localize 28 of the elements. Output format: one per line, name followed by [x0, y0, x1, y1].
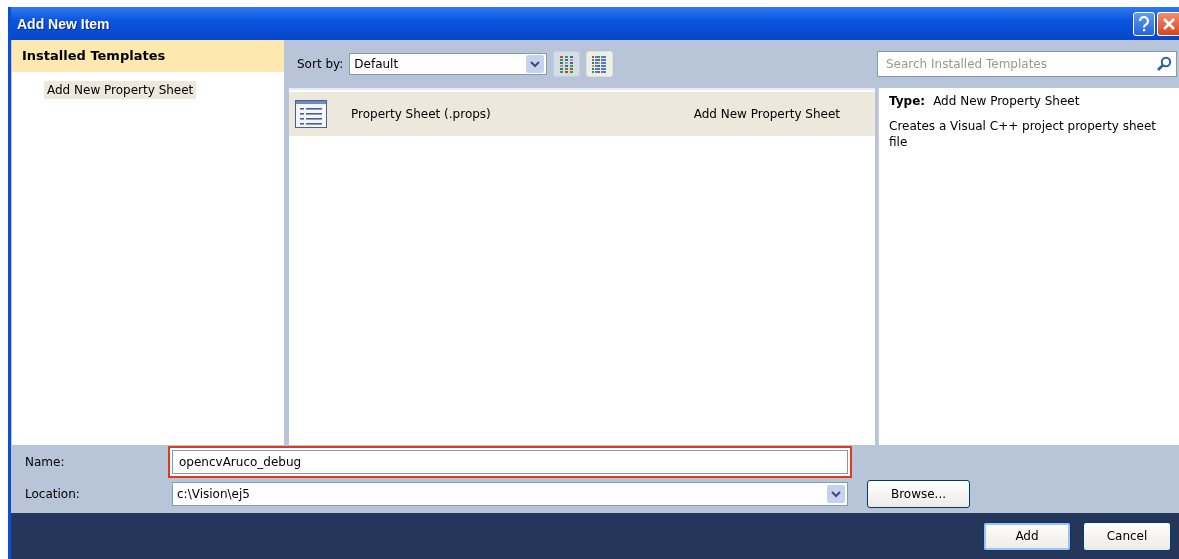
help-icon — [1137, 15, 1151, 32]
view-button[interactable] — [553, 51, 581, 77]
name-field[interactable]: opencvAruco_debug — [172, 450, 848, 474]
close-icon — [1161, 16, 1176, 31]
name-label: Name: — [25, 455, 66, 469]
location-label: Location: — [25, 487, 81, 501]
type-value: Add New Property Sheet — [933, 94, 1080, 108]
view-button[interactable] — [586, 51, 614, 77]
help-button[interactable] — [1133, 11, 1155, 36]
property-sheet-icon — [295, 100, 327, 128]
location-dropdown[interactable]: c:\Vision\ej5 — [172, 482, 848, 506]
type-label: Type: — [889, 94, 926, 108]
close-button[interactable] — [1157, 11, 1179, 36]
medium-icons-icon — [558, 54, 576, 74]
search-icon — [1156, 56, 1172, 72]
tree-item[interactable]: Add New Property Sheet — [44, 81, 197, 99]
add-button[interactable]: Add — [983, 521, 1071, 551]
description-text: Creates a Visual C++ project property sheet file — [889, 118, 1158, 150]
cancel-button[interactable]: Cancel — [1083, 521, 1171, 551]
template-name: Property Sheet (.props) — [351, 107, 492, 121]
template-row[interactable]: Property Sheet (.props) Add New Property Sheet — [289, 92, 875, 136]
browse-button[interactable]: Browse... — [867, 480, 970, 508]
template-type: Add New Property Sheet — [693, 107, 840, 121]
window-title: Add New Item — [17, 15, 110, 32]
sidebar-header: Installed Templates — [12, 40, 284, 72]
sort-label: Sort by: — [297, 57, 344, 71]
sort-dropdown[interactable]: Default — [349, 53, 548, 75]
list-view-icon — [591, 54, 609, 74]
